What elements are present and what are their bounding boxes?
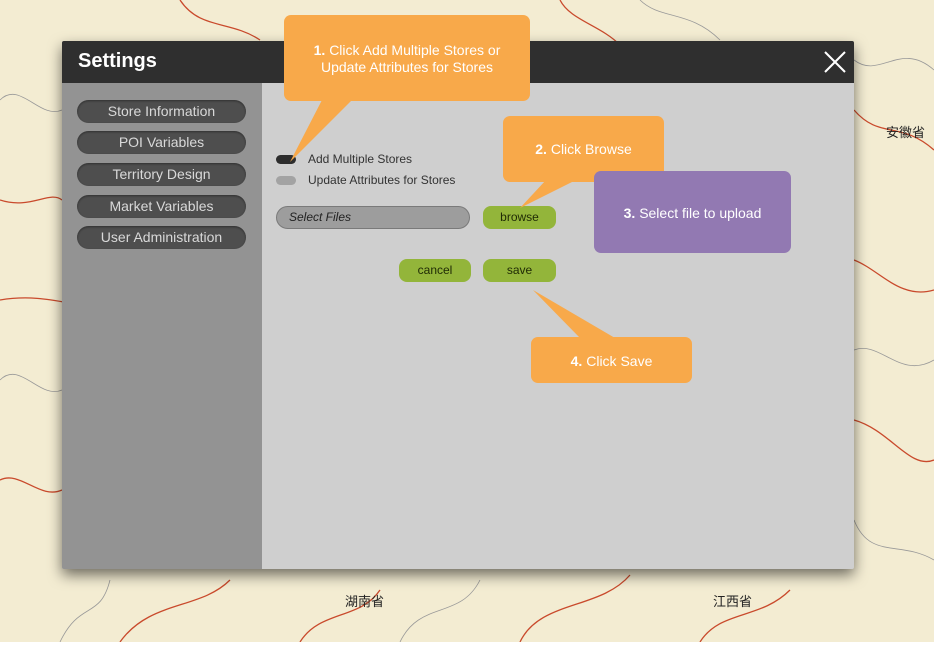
sidebar-item-poi-variables[interactable]: POI Variables xyxy=(77,131,246,154)
settings-sidebar: Store Information POI Variables Territor… xyxy=(62,83,262,569)
callout-step-number: 3. xyxy=(623,205,636,221)
callout-step-4: 4. Click Save xyxy=(531,337,692,383)
callout-step-1: 1. Click Add Multiple Stores or Update A… xyxy=(284,15,530,101)
callout-step-number: 2. xyxy=(535,141,547,157)
select-files-input[interactable]: Select Files xyxy=(276,206,470,229)
callout-text: Click Add Multiple Stores or Update Attr… xyxy=(321,42,501,75)
sidebar-item-territory-design[interactable]: Territory Design xyxy=(77,163,246,186)
map-label: 江西省 xyxy=(713,595,753,610)
browse-button[interactable]: browse xyxy=(483,206,556,229)
callout-text: Click Browse xyxy=(550,141,632,157)
cancel-button[interactable]: cancel xyxy=(399,259,471,282)
sidebar-item-market-variables[interactable]: Market Variables xyxy=(77,195,246,218)
dialog-title: Settings xyxy=(78,50,157,72)
callout-text: Select file to upload xyxy=(639,205,762,221)
callout-step-3: 3. Select file to upload xyxy=(594,171,791,253)
option-label: Add Multiple Stores xyxy=(308,152,413,166)
save-button[interactable]: save xyxy=(483,259,556,282)
callout-step-number: 4. xyxy=(570,353,583,369)
settings-dialog: Settings Store Information POI Variables… xyxy=(62,41,854,569)
map-label: 安徽省 xyxy=(886,126,926,141)
toggle-unselected-icon[interactable] xyxy=(276,176,296,186)
toggle-selected-icon[interactable] xyxy=(276,155,296,165)
callout-text: Click Save xyxy=(586,353,653,369)
callout-step-number: 1. xyxy=(313,42,326,58)
map-label: 湖南省 xyxy=(345,595,385,610)
sidebar-item-user-administration[interactable]: User Administration xyxy=(77,226,246,249)
sidebar-item-store-information[interactable]: Store Information xyxy=(77,100,246,123)
option-add-multiple-stores[interactable]: Add Multiple Stores xyxy=(276,151,412,167)
close-icon[interactable] xyxy=(822,49,848,75)
option-label: Update Attributes for Stores xyxy=(308,173,456,187)
option-update-attributes[interactable]: Update Attributes for Stores xyxy=(276,172,455,188)
